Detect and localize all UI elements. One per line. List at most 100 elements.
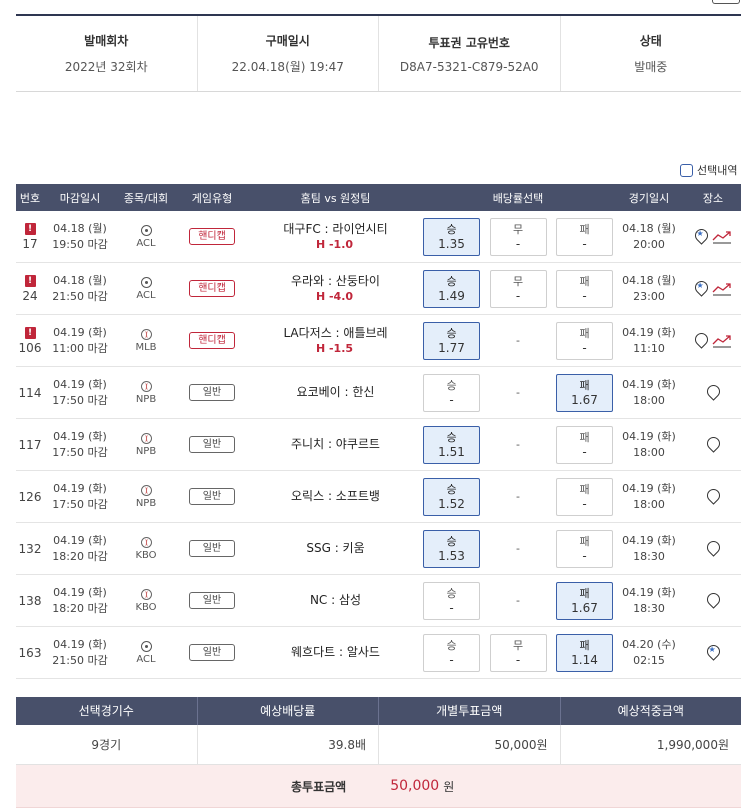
close-button-fragment[interactable] (712, 0, 740, 4)
odds-option[interactable]: 승 - (423, 633, 480, 672)
summary-purchase-time-label: 구매일시 (265, 34, 310, 48)
soccer-ball-icon (140, 640, 152, 652)
sport-cell: KBO (116, 536, 176, 561)
odds-option[interactable]: 승 1.77 (423, 321, 480, 360)
odds-option-value: - (582, 444, 587, 459)
odds-option-value: - (582, 236, 587, 251)
odds-option-value: 1.52 (438, 496, 465, 511)
deadline-cell: 04.18 (월) 21:50 마감 (44, 273, 116, 305)
odds-option[interactable]: 패 - (556, 269, 613, 308)
location-star-icon[interactable] (707, 645, 720, 661)
header-odds: 배당률선택 (492, 191, 544, 205)
game-type-badge: 일반 (189, 384, 235, 401)
location-pin-icon[interactable] (707, 489, 720, 505)
trend-chart-icon[interactable] (712, 230, 732, 244)
selected-only-label: 선택내역 (697, 164, 738, 177)
selected-only-toggle[interactable]: 선택내역 (680, 162, 737, 178)
match-cell: 대구FC : 라이언시티 H -1.0 (248, 221, 423, 252)
odds-option[interactable]: 무 - (489, 633, 547, 672)
odds-option[interactable]: 승 1.52 (423, 477, 480, 516)
selected-only-checkbox[interactable] (680, 163, 693, 177)
baseball-icon (140, 380, 152, 392)
game-time: 23:00 (633, 289, 665, 303)
location-star-icon[interactable] (695, 281, 708, 297)
odds-cell: 승 1.77 - 패 - (423, 321, 613, 360)
deadline-time: 18:20 마감 (52, 601, 108, 615)
game-time: 20:00 (633, 237, 665, 251)
match-teams: 오릭스 : 소프트뱅 (291, 489, 380, 503)
odds-option[interactable]: 패 - (556, 529, 613, 568)
games-table: 번호 마감일시 종목/대회 게임유형 홈팀 vs 원정팀 배당률선택 경기일시 … (16, 184, 741, 679)
game-date-cell: 04.19 (화) 18:00 (613, 429, 685, 461)
odds-option-label: 승 (446, 222, 457, 236)
odds-option[interactable]: 패 - (556, 425, 613, 464)
deadline-date: 04.19 (화) (53, 585, 107, 599)
odds-option-label: 승 (446, 378, 457, 392)
table-row: 114 04.19 (화) 17:50 마감 NPB 일반 요코베이 : 한신 … (16, 367, 741, 419)
odds-option-value: 1.67 (571, 392, 598, 407)
place-cell (685, 229, 741, 245)
odds-cell: 승 1.51 - 패 - (423, 425, 613, 464)
odds-option[interactable]: 패 1.67 (556, 373, 613, 412)
row-number-cell: ! 17 (16, 222, 44, 251)
row-number: 17 (22, 236, 38, 251)
location-pin-icon[interactable] (707, 385, 720, 401)
odds-option-value: - (582, 548, 587, 563)
game-type-cell: 일반 (176, 540, 248, 557)
location-pin-icon[interactable] (707, 437, 720, 453)
odds-empty: - (490, 530, 547, 568)
match-cell: SSG : 키움 (248, 540, 423, 557)
odds-option[interactable]: 승 - (423, 581, 480, 620)
trend-chart-icon[interactable] (712, 334, 732, 348)
match-cell: 요코베이 : 한신 (248, 384, 423, 401)
odds-option[interactable]: 패 - (556, 321, 613, 360)
location-pin-icon[interactable] (695, 333, 708, 349)
game-date-cell: 04.19 (화) 18:00 (613, 481, 685, 513)
odds-option-value: - (515, 652, 521, 667)
odds-option-label: 승 (446, 534, 457, 548)
game-type-badge: 일반 (189, 592, 235, 609)
odds-option-value: 1.67 (571, 600, 598, 615)
game-type-badge: 핸디캡 (189, 332, 235, 349)
location-pin-icon[interactable] (707, 593, 720, 609)
row-number-cell: 114 (16, 386, 44, 400)
odds-option-label: 패 (579, 638, 590, 652)
row-number: 117 (18, 437, 42, 452)
match-cell: 오릭스 : 소프트뱅 (248, 488, 423, 505)
handicap-value: H -4.0 (315, 290, 354, 303)
odds-option[interactable]: 무 - (489, 217, 547, 256)
baseball-icon (140, 536, 152, 548)
odds-option[interactable]: 승 1.53 (423, 529, 480, 568)
summary-ticket-id-label: 투표권 고유번호 (428, 35, 510, 50)
deadline-cell: 04.19 (화) 17:50 마감 (44, 481, 116, 513)
location-pin-icon[interactable] (707, 541, 720, 557)
odds-option[interactable]: 승 1.51 (423, 425, 480, 464)
odds-option-value: - (582, 288, 587, 303)
deadline-date: 04.19 (화) (53, 325, 107, 339)
odds-option[interactable]: 패 - (556, 217, 613, 256)
summary-round: 발매회차 2022년 32회차 (16, 16, 197, 91)
odds-option-label: 패 (579, 430, 590, 444)
game-date: 04.19 (화) (622, 481, 676, 495)
odds-option[interactable]: 패 - (556, 477, 613, 516)
table-row: ! 106 04.19 (화) 11:00 마감 MLB 핸디캡 LA다저스 :… (16, 315, 741, 367)
game-date-cell: 04.18 (월) 23:00 (613, 273, 685, 305)
row-number-cell: ! 106 (16, 326, 44, 355)
odds-empty: - (490, 322, 547, 360)
sport-cell: MLB (116, 328, 176, 353)
odds-cell: 승 - - 패 1.67 (423, 581, 613, 620)
odds-option[interactable]: 승 - (423, 373, 480, 412)
location-star-icon[interactable] (695, 229, 708, 245)
total-bet-amount: 50,000 (390, 778, 440, 794)
odds-option[interactable]: 패 1.67 (556, 581, 613, 620)
odds-option[interactable]: 승 1.49 (423, 269, 480, 308)
game-time: 18:00 (633, 497, 665, 511)
odds-empty: - (490, 426, 547, 464)
odds-option[interactable]: 무 - (489, 269, 547, 308)
league-label: NPB (135, 497, 157, 509)
odds-option[interactable]: 패 1.14 (556, 633, 613, 672)
odds-option[interactable]: 승 1.35 (423, 217, 480, 256)
table-row: ! 17 04.18 (월) 19:50 마감 ACL 핸디캡 대구FC : 라… (16, 211, 741, 263)
game-type-cell: 일반 (176, 436, 248, 453)
trend-chart-icon[interactable] (712, 282, 732, 296)
